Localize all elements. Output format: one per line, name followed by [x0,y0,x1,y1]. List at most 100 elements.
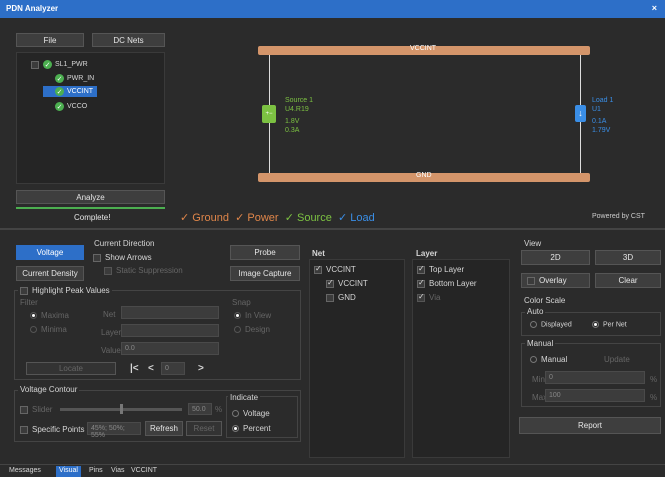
indicate-voltage-radio[interactable]: Voltage [232,409,270,418]
layer-item-checkbox[interactable] [417,264,425,274]
net-item[interactable]: GND [326,293,356,302]
peak-net-field[interactable] [121,306,219,319]
specific-points-box[interactable] [20,425,28,434]
view-3d-button[interactable]: 3D [595,250,661,265]
net-item[interactable]: VCCINT [326,278,368,288]
tree-item-label: VCCINT [67,88,94,95]
static-suppression-box[interactable] [104,266,112,275]
layer-item[interactable]: Via [417,292,440,302]
legend-power: ✓ Power [235,212,279,224]
tree-item-vcco[interactable]: ✓ VCCO [55,101,87,112]
prev-icon[interactable]: < [148,363,154,374]
source-current: 0.3A [285,127,300,134]
load-icon[interactable]: ↓ [575,105,586,122]
slider-value-field[interactable]: 50.0 [188,403,212,415]
tab-messages[interactable]: Messages [6,466,44,477]
layer-item[interactable]: Bottom Layer [417,278,477,288]
clear-button[interactable]: Clear [595,273,661,288]
highlight-peak-checkbox[interactable]: Highlight Peak Values [18,286,112,295]
current-density-button[interactable]: Current Density [16,266,84,281]
image-capture-button[interactable]: Image Capture [230,266,300,281]
next-icon[interactable]: > [198,363,204,374]
per-net-radio-dot[interactable] [592,321,599,328]
design-radio[interactable]: Design [234,325,270,334]
source-voltage: 1.8V [285,118,300,125]
source-icon[interactable]: +− [262,105,276,123]
overlay-button[interactable]: Overlay [521,273,590,288]
min-field[interactable]: 0 [545,371,645,384]
in-view-radio-dot[interactable] [234,312,241,320]
source-title: Source 1 [285,97,314,104]
net-item-checkbox[interactable] [326,293,334,302]
peak-index-field[interactable]: 0 [161,362,185,375]
minima-radio[interactable]: Minima [30,325,67,334]
max-field[interactable]: 100 [545,389,645,402]
voltage-button[interactable]: Voltage [16,245,84,260]
title-bar: PDN Analyzer × [0,0,665,18]
dc-nets-button[interactable]: DC Nets [92,33,165,47]
indicate-percent-radio[interactable]: Percent [232,424,271,433]
load-value-2: 1.79V [592,127,611,134]
maxima-radio-dot[interactable] [30,312,37,320]
tree-item-vccint[interactable]: ✓ VCCINT [43,86,97,97]
view-2d-button[interactable]: 2D [521,250,590,265]
net-item-checkbox[interactable] [314,264,322,274]
refresh-button[interactable]: Refresh [145,421,183,436]
static-suppression-checkbox[interactable]: Static Suppression [104,266,183,275]
layer-item[interactable]: Top Layer [417,264,464,274]
probe-button[interactable]: Probe [230,245,300,260]
section-divider [0,228,665,230]
slider-checkbox[interactable]: Slider [20,405,52,414]
specific-points-checkbox[interactable]: Specific Points [20,425,84,434]
tab-pins[interactable]: Pins [86,466,106,477]
slider-box[interactable] [20,405,28,414]
contour-slider-thumb[interactable] [120,404,123,414]
highlight-peak-box[interactable] [20,286,28,295]
tree-item-root[interactable]: ✓ SL1_PWR [31,59,88,70]
tree-item-pwr-in[interactable]: ✓ PWR_IN [55,73,94,84]
reset-button[interactable]: Reset [186,421,222,436]
displayed-radio-dot[interactable] [530,321,537,328]
displayed-radio[interactable]: Displayed [530,321,572,328]
report-button[interactable]: Report [519,417,661,434]
peak-layer-field[interactable] [121,324,219,337]
legend-source: ✓ Source [284,212,332,224]
specific-points-field[interactable]: 45%; 50%; 55% [87,422,141,439]
file-button[interactable]: File [16,33,84,47]
indicate-voltage-dot[interactable] [232,410,239,418]
tab-visual[interactable]: Visual [56,466,81,477]
update-label[interactable]: Update [604,355,630,364]
tab-vccint[interactable]: VCCINT [128,466,160,477]
analyze-button[interactable]: Analyze [16,190,165,204]
per-net-radio[interactable]: Per Net [592,321,627,328]
tab-vias[interactable]: Vias [108,466,128,477]
bottom-net-label: GND [416,172,432,179]
layer-item-checkbox[interactable] [417,292,425,302]
minima-radio-dot[interactable] [30,326,37,334]
design-radio-dot[interactable] [234,326,241,334]
load-value-1: 0.1A [592,118,607,125]
first-icon[interactable]: |< [130,363,139,374]
tree-root-checkbox[interactable] [31,60,39,69]
net-item[interactable]: VCCINT [314,264,356,274]
indicate-percent-dot[interactable] [232,425,239,433]
layer-item-checkbox[interactable] [417,278,425,288]
indicate-title: Indicate [228,393,261,402]
manual-radio[interactable]: Manual [530,355,567,364]
analyze-progress-bar [16,207,165,209]
overlay-checkbox[interactable] [527,276,535,285]
manual-radio-dot[interactable] [530,356,537,364]
in-view-radio[interactable]: In View [234,311,271,320]
maxima-radio[interactable]: Maxima [30,311,69,320]
check-circle-icon: ✓ [43,60,52,69]
load-title: Load 1 [592,97,614,104]
locate-button[interactable]: Locate [26,362,116,375]
tree-item-label: PWR_IN [67,75,95,82]
show-arrows-checkbox[interactable]: Show Arrows [93,253,152,262]
close-icon[interactable]: × [652,3,657,13]
manual-group-title: Manual [525,339,556,348]
peak-value-field[interactable]: 0.0 [121,342,219,355]
peak-layer-label: Layer [101,328,122,337]
show-arrows-box[interactable] [93,253,101,262]
net-item-checkbox[interactable] [326,278,334,288]
